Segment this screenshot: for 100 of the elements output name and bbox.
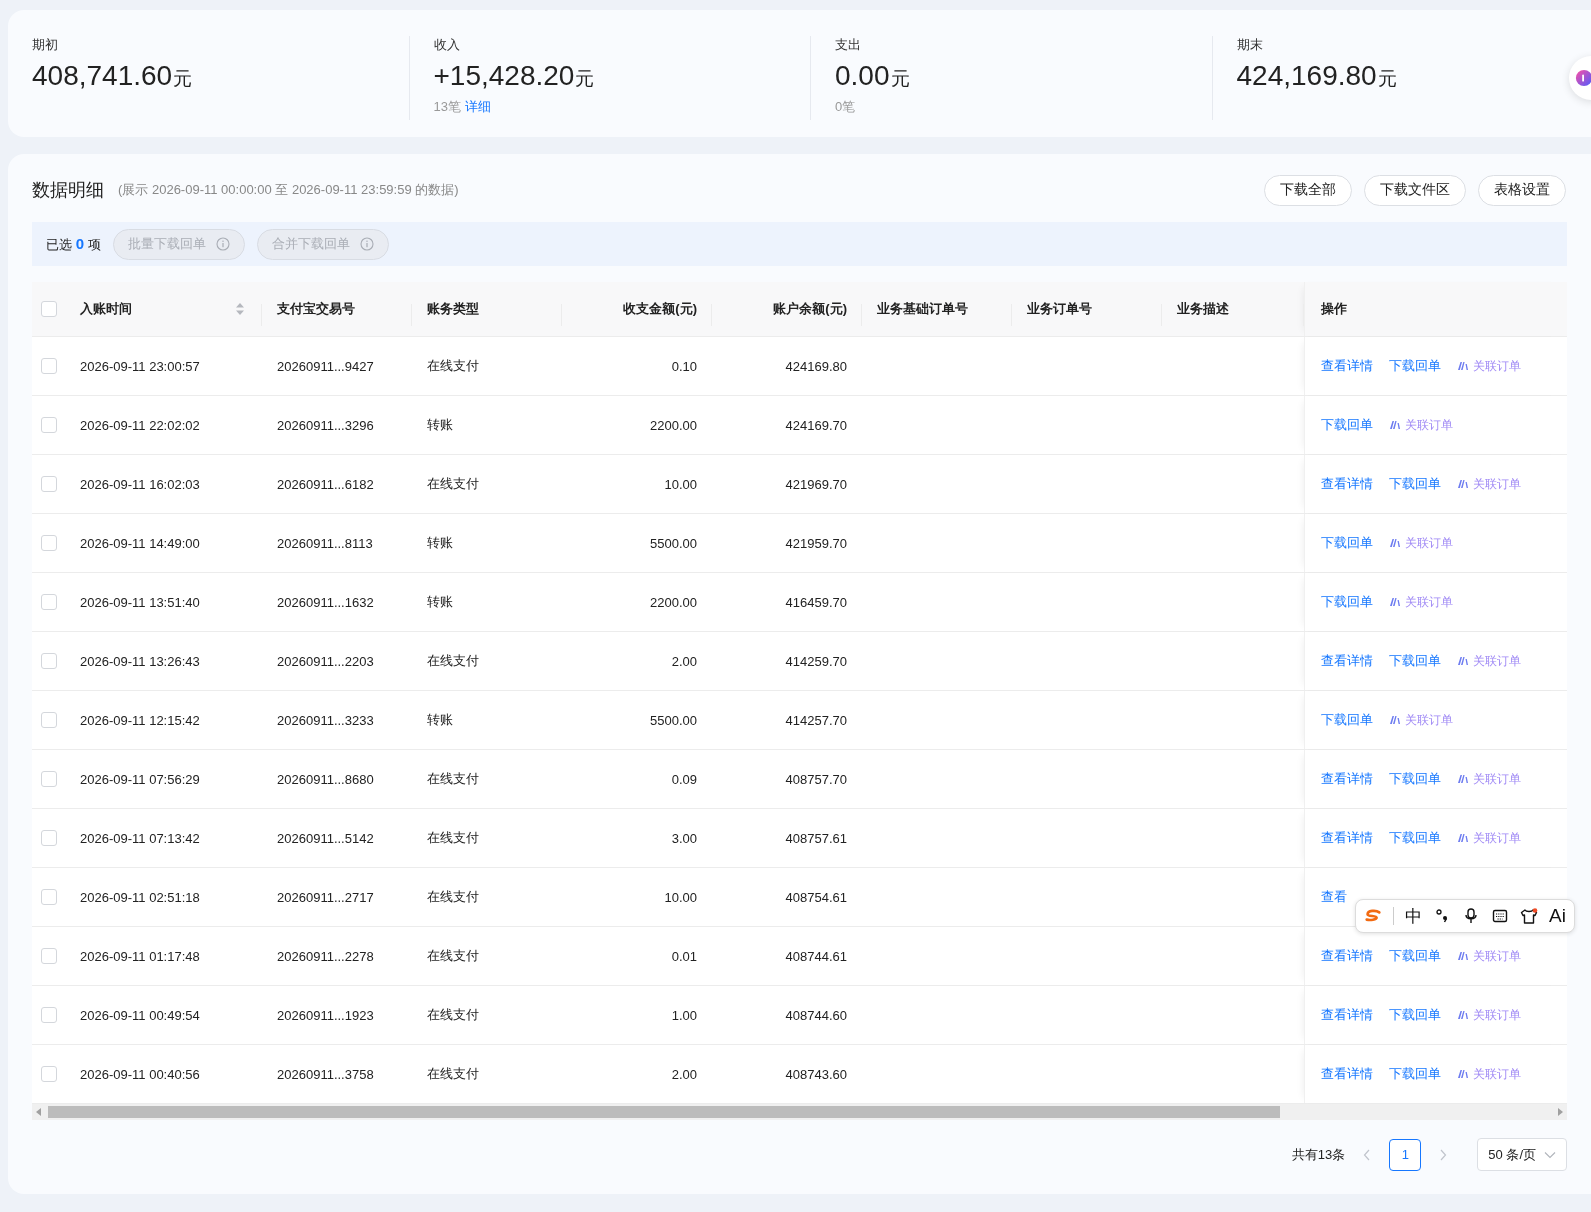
stat-value: 424,169.80 [1236,60,1377,92]
action-link[interactable]: 查看详情 [1321,652,1373,670]
row-checkbox[interactable] [40,535,57,551]
horizontal-scrollbar[interactable] [32,1104,1567,1120]
page-size-select[interactable]: 50 条/页 [1477,1138,1567,1171]
ai-icon [1389,538,1401,548]
table-cell: 在线支付 [427,1006,479,1024]
action-link[interactable]: 查看详情 [1321,1006,1373,1024]
related-order-link[interactable]: 关联订单 [1389,593,1453,611]
selection-count: 已选 0 项 [46,234,101,254]
ai-icon [1457,361,1469,371]
action-link[interactable]: 下载回单 [1389,1006,1441,1024]
column-header: 入账时间 [80,300,132,318]
action-link[interactable]: 下载回单 [1389,475,1441,493]
row-checkbox[interactable] [40,358,57,374]
related-order-link[interactable]: 关联订单 [1457,947,1521,965]
chevron-down-icon [1544,1150,1556,1159]
ai-button[interactable]: Ai [1549,905,1566,927]
related-order-link[interactable]: 关联订单 [1457,652,1521,670]
row-checkbox[interactable] [40,594,57,610]
table-cell: 转账 [427,416,453,434]
row-checkbox[interactable] [40,889,57,905]
ai-icon [1389,597,1401,607]
action-link[interactable]: 下载回单 [1389,357,1441,375]
toolbar-button[interactable]: 下载文件区 [1364,174,1466,206]
action-link[interactable]: 下载回单 [1389,947,1441,965]
logo-icon [1364,908,1382,924]
related-order-link[interactable]: 关联订单 [1457,770,1521,788]
action-link[interactable]: 下载回单 [1321,593,1373,611]
table-cell: 20260911...3233 [277,712,374,728]
row-checkbox[interactable] [40,653,57,669]
detail-link[interactable]: 详细 [464,98,491,116]
row-checkbox[interactable] [40,417,57,433]
table-cell: 10.00 [664,889,697,905]
sort-icon[interactable] [235,301,245,317]
action-link[interactable]: 查看详情 [1321,770,1373,788]
row-checkbox[interactable] [40,476,57,492]
table-cell: 20260911...2278 [277,948,374,964]
select-all-checkbox[interactable] [40,301,57,317]
action-link[interactable]: 查看详情 [1321,357,1373,375]
shirt-icon[interactable] [1520,908,1538,924]
scroll-right-icon[interactable] [1557,1108,1563,1116]
row-checkbox[interactable] [40,830,57,846]
action-link[interactable]: 下载回单 [1389,770,1441,788]
row-checkbox[interactable] [40,1007,57,1023]
stat-label: 期末 [1236,36,1264,54]
table-cell: 2026-09-11 00:49:54 [80,1007,200,1023]
language-toggle[interactable]: 中 [1405,904,1422,928]
previous-page-icon[interactable] [1363,1148,1372,1161]
next-page-icon[interactable] [1439,1148,1448,1161]
table-cell: 408754.61 [785,889,847,905]
scroll-left-icon[interactable] [36,1108,42,1116]
microphone-icon[interactable] [1462,908,1480,924]
row-checkbox[interactable] [40,948,57,964]
action-link[interactable]: 查看详情 [1321,947,1373,965]
toolbar-button[interactable]: 下载全部 [1264,174,1352,206]
related-order-link[interactable]: 关联订单 [1389,711,1453,729]
table-cell: 20260911...9427 [277,358,374,374]
action-link[interactable]: 查看详情 [1321,1065,1373,1083]
related-order-link[interactable]: 关联订单 [1457,1065,1521,1083]
related-order-link[interactable]: 关联订单 [1457,1006,1521,1024]
related-order-link[interactable]: 关联订单 [1457,829,1521,847]
table-cell: 20260911...3758 [277,1066,374,1082]
table-cell: 10.00 [664,476,697,492]
table-cell: 在线支付 [427,947,479,965]
table-cell: 2.00 [671,1066,697,1082]
action-link[interactable]: 下载回单 [1321,416,1373,434]
keyboard-icon[interactable] [1491,908,1509,924]
row-checkbox[interactable] [40,712,57,728]
table-cell: 408744.61 [785,948,847,964]
action-link[interactable]: 下载回单 [1389,829,1441,847]
action-link[interactable]: 查看详情 [1321,829,1373,847]
toolbar-button[interactable]: 表格设置 [1478,174,1566,206]
ai-icon [1389,715,1401,725]
table-cell: 在线支付 [427,829,479,847]
related-order-link[interactable]: 关联订单 [1389,416,1453,434]
table-cell: 在线支付 [427,475,479,493]
row-checkbox[interactable] [40,1066,57,1082]
table-cell: 2026-09-11 12:15:42 [80,712,200,728]
column-header: 账户余额(元) [773,300,847,318]
action-link[interactable]: 查看详情 [1321,475,1373,493]
action-link[interactable]: 查看 [1321,888,1347,906]
table-cell: 转账 [427,593,453,611]
related-order-link[interactable]: 关联订单 [1389,534,1453,552]
row-checkbox[interactable] [40,771,57,787]
action-link[interactable]: 下载回单 [1389,652,1441,670]
ai-icon [1457,951,1469,961]
page-button[interactable]: 1 [1389,1138,1422,1171]
action-link[interactable]: 下载回单 [1389,1065,1441,1083]
related-order-link[interactable]: 关联订单 [1457,357,1521,375]
table-cell: 20260911...3296 [277,417,374,433]
related-order-link[interactable]: 关联订单 [1457,475,1521,493]
table-cell: 2026-09-11 07:13:42 [80,830,200,846]
action-link[interactable]: 下载回单 [1321,711,1373,729]
table-cell: 在线支付 [427,770,479,788]
table-cell: 424169.70 [785,417,847,433]
table-cell: 421959.70 [785,535,847,551]
column-header: 业务订单号 [1027,300,1092,318]
table-cell: 408744.60 [785,1007,847,1023]
action-link[interactable]: 下载回单 [1321,534,1373,552]
